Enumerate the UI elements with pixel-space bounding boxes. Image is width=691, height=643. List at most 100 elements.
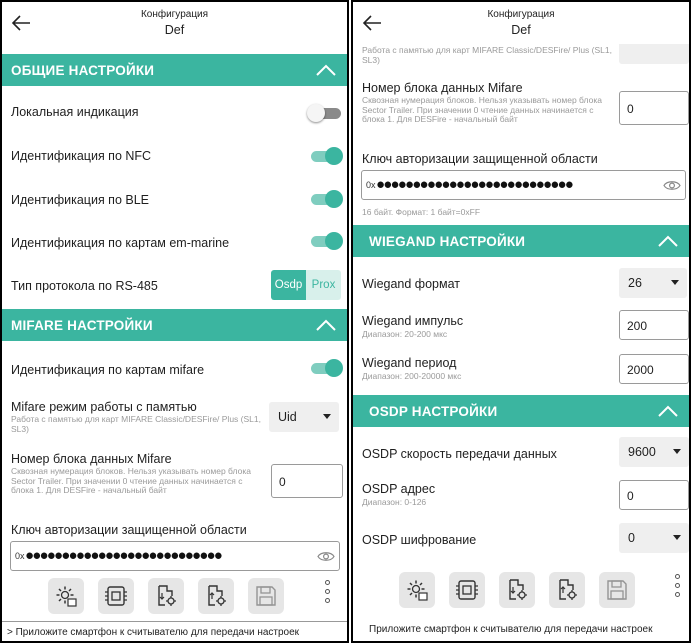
- nfc-toggle[interactable]: [307, 147, 343, 165]
- section-wiegand-header[interactable]: WIEGAND НАСТРОЙКИ: [353, 225, 689, 257]
- mifare-cards-label: Идентификация по картам mifare: [11, 363, 205, 377]
- auth-key-masked-value: ●●●●●●●●●●●●●●●●●●●●●●●●●●●: [376, 176, 574, 193]
- row-mifare-cards: Идентификация по картам mifare: [2, 346, 347, 390]
- config-settings-button[interactable]: [48, 578, 84, 614]
- config-settings-button[interactable]: [399, 572, 435, 608]
- save-button[interactable]: [248, 578, 284, 614]
- mifare-auth-key-label: Ключ авторизации защищенной области: [11, 523, 247, 537]
- reader-config-button[interactable]: [449, 572, 485, 608]
- row-mifare-memory-mode: Mifare режим работы с памятью Работа с п…: [2, 394, 347, 442]
- local-indication-label: Локальная индикация: [11, 105, 139, 119]
- section-general-header[interactable]: ОБЩИЕ НАСТРОЙКИ: [2, 54, 347, 86]
- file-export-icon: [559, 579, 577, 600]
- mifare-block-number-input[interactable]: 0: [271, 464, 343, 498]
- chevron-up-icon[interactable]: [315, 317, 337, 333]
- mifare-auth-key-input[interactable]: 0x ●●●●●●●●●●●●●●●●●●●●●●●●●●●: [361, 170, 686, 200]
- status-bar: > Приложите смартфон к считывателю для п…: [2, 621, 347, 641]
- section-mifare-header[interactable]: MIFARE НАСТРОЙКИ: [2, 309, 347, 341]
- file-settings-button[interactable]: [499, 572, 535, 608]
- rs485-option-prox[interactable]: Prox: [306, 270, 341, 300]
- osdp-encryption-select[interactable]: 0: [619, 523, 689, 553]
- wiegand-format-value: 26: [628, 276, 642, 290]
- chevron-up-icon[interactable]: [657, 233, 679, 249]
- eye-icon[interactable]: [317, 550, 335, 563]
- row-mifare-block-number: Номер блока данных Mifare Сквозная нумер…: [353, 78, 689, 148]
- gear-settings-icon: [56, 586, 77, 607]
- more-vertical-icon[interactable]: [674, 574, 682, 604]
- auth-key-masked-value: ●●●●●●●●●●●●●●●●●●●●●●●●●●●: [25, 547, 223, 564]
- eye-icon[interactable]: [663, 179, 681, 192]
- save-button[interactable]: [599, 572, 635, 608]
- wiegand-pulse-label: Wiegand импульс: [362, 314, 464, 328]
- dropdown-arrow-icon: [673, 535, 681, 540]
- status-bar: Приложите смартфон к считывателю для пер…: [353, 619, 689, 641]
- more-vertical-icon[interactable]: [324, 580, 332, 610]
- reader-config-button[interactable]: [98, 578, 134, 614]
- osdp-address-label: OSDP адрес: [362, 482, 436, 496]
- rs485-protocol-selector[interactable]: Osdp Prox: [271, 270, 341, 300]
- file-export-button[interactable]: [198, 578, 234, 614]
- wiegand-pulse-hint: Диапазон: 20-200 мкс: [362, 329, 448, 339]
- section-osdp-header[interactable]: OSDP НАСТРОЙКИ: [353, 395, 689, 427]
- screen-subtitle: Def: [511, 23, 531, 37]
- osdp-speed-label: OSDP скорость передачи данных: [362, 447, 557, 461]
- mifare-memory-mode-select[interactable]: Uid: [269, 402, 339, 432]
- mifare-auth-key-input[interactable]: 0x ●●●●●●●●●●●●●●●●●●●●●●●●●●●: [10, 541, 340, 571]
- row-local-indication: Локальная индикация: [2, 88, 347, 132]
- file-settings-button[interactable]: [148, 578, 184, 614]
- app-bar: Конфигурация Def: [353, 2, 689, 44]
- row-wiegand-format: Wiegand формат 26: [353, 262, 689, 306]
- right-screen: Работа с памятью для карт MIFARE Classic…: [351, 0, 691, 643]
- row-osdp-address: OSDP адрес Диапазон: 0-126 0: [353, 476, 689, 520]
- chevron-up-icon[interactable]: [315, 62, 337, 78]
- screen-title: Конфигурация: [140, 9, 209, 20]
- wiegand-period-value: 2000: [627, 363, 654, 377]
- wiegand-format-select[interactable]: 26: [619, 268, 687, 298]
- action-toolbar: [2, 573, 347, 623]
- mifare-memory-mode-label: Mifare режим работы с памятью: [11, 400, 197, 414]
- osdp-speed-value: 9600: [628, 445, 656, 459]
- em-marine-toggle[interactable]: [307, 232, 343, 250]
- rs485-option-osdp[interactable]: Osdp: [271, 270, 306, 300]
- mifare-cards-toggle[interactable]: [307, 359, 343, 377]
- row-mifare-block-number: Номер блока данных Mifare Сквозная нумер…: [2, 448, 347, 516]
- wiegand-period-label: Wiegand период: [362, 356, 457, 370]
- mifare-block-number-input[interactable]: 0: [619, 91, 689, 125]
- mifare-memory-mode-hint: Работа с памятью для карт MIFARE Classic…: [11, 414, 261, 434]
- auth-key-format-hint: 16 байт. Формат: 1 байт=0xFF: [362, 207, 481, 217]
- mifare-memory-mode-value: Uid: [278, 410, 297, 424]
- file-settings-icon: [509, 579, 527, 600]
- nfc-label: Идентификация по NFC: [11, 149, 152, 163]
- app-bar: Конфигурация Def: [2, 2, 347, 44]
- local-indication-toggle[interactable]: [307, 104, 341, 122]
- floppy-save-icon: [607, 580, 627, 600]
- mifare-auth-key-label: Ключ авторизации защищенной области: [362, 152, 598, 166]
- ble-toggle[interactable]: [307, 190, 343, 208]
- mifare-block-number-hint: Сквозная нумерация блоков. Нельзя указыв…: [11, 466, 251, 495]
- mifare-block-number-label: Номер блока данных Mifare: [362, 81, 523, 95]
- file-export-button[interactable]: [549, 572, 585, 608]
- row-mifare-auth-key: Ключ авторизации защищенной области 0x ●…: [353, 148, 689, 220]
- section-wiegand-title: WIEGAND НАСТРОЙКИ: [369, 234, 526, 249]
- section-osdp-title: OSDP НАСТРОЙКИ: [369, 404, 498, 419]
- osdp-address-value: 0: [627, 489, 634, 503]
- chevron-up-icon[interactable]: [657, 403, 679, 419]
- row-ble: Идентификация по BLE: [2, 176, 347, 220]
- chip-icon: [105, 586, 127, 606]
- row-wiegand-pulse: Wiegand импульс Диапазон: 20-200 мкс 200: [353, 306, 689, 350]
- wiegand-pulse-input[interactable]: 200: [619, 310, 689, 340]
- row-wiegand-period: Wiegand период Диапазон: 200-20000 мкс 2…: [353, 350, 689, 394]
- chip-icon: [456, 580, 478, 600]
- em-marine-label: Идентификация по картам em-marine: [11, 236, 230, 250]
- row-em-marine: Идентификация по картам em-marine: [2, 220, 347, 264]
- osdp-encryption-label: OSDP шифрование: [362, 533, 477, 547]
- osdp-speed-select[interactable]: 9600: [619, 437, 689, 467]
- gear-settings-icon: [407, 580, 428, 601]
- row-rs485: Тип протокола по RS-485 Osdp Prox: [2, 264, 347, 308]
- dropdown-arrow-icon: [673, 449, 681, 454]
- screen-subtitle: Def: [164, 23, 185, 37]
- mifare-block-number-value: 0: [279, 475, 286, 489]
- osdp-address-input[interactable]: 0: [619, 480, 689, 510]
- wiegand-period-input[interactable]: 2000: [619, 354, 689, 384]
- mifare-block-number-value: 0: [627, 102, 634, 116]
